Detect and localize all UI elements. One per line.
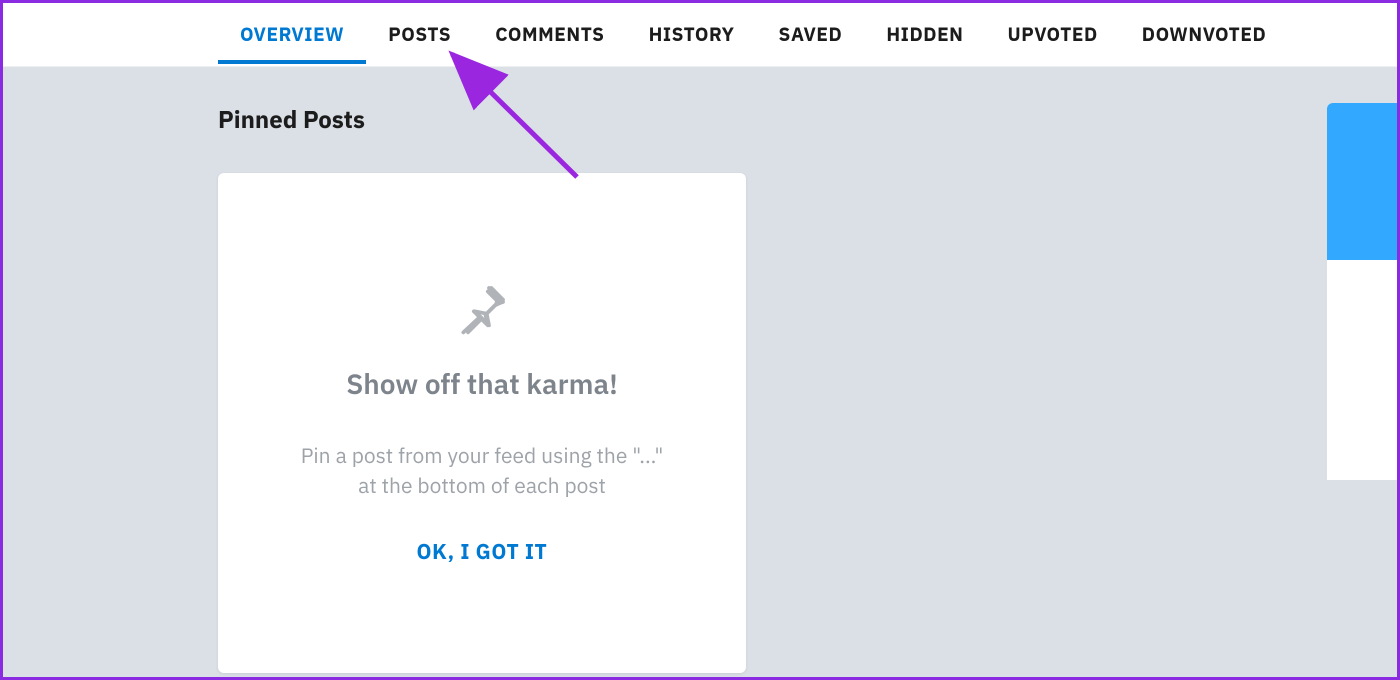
pinned-empty-description: Pin a post from your feed using the "...… <box>292 440 672 501</box>
tab-saved[interactable]: SAVED <box>757 3 865 64</box>
tab-history[interactable]: HISTORY <box>627 3 757 64</box>
sidebar-banner <box>1327 103 1397 260</box>
profile-tabs: OVERVIEW POSTS COMMENTS HISTORY SAVED HI… <box>0 0 1400 67</box>
pinned-posts-empty-card: Show off that karma! Pin a post from you… <box>218 173 746 673</box>
tab-overview[interactable]: OVERVIEW <box>218 3 366 64</box>
tab-hidden[interactable]: HIDDEN <box>864 3 985 64</box>
tab-comments[interactable]: COMMENTS <box>473 3 626 64</box>
pinned-empty-title: Show off that karma! <box>346 365 618 402</box>
tab-posts[interactable]: POSTS <box>366 3 473 64</box>
profile-sidebar: Karma 45 Followers <box>1327 103 1397 480</box>
pinned-empty-cta-button[interactable]: OK, I GOT IT <box>417 537 548 565</box>
tab-downvoted[interactable]: DOWNVOTED <box>1120 3 1288 64</box>
tab-upvoted[interactable]: UPVOTED <box>986 3 1120 64</box>
pin-icon <box>454 281 510 337</box>
pinned-posts-heading: Pinned Posts <box>218 103 758 135</box>
sidebar-body: Karma 45 Followers <box>1327 260 1397 480</box>
